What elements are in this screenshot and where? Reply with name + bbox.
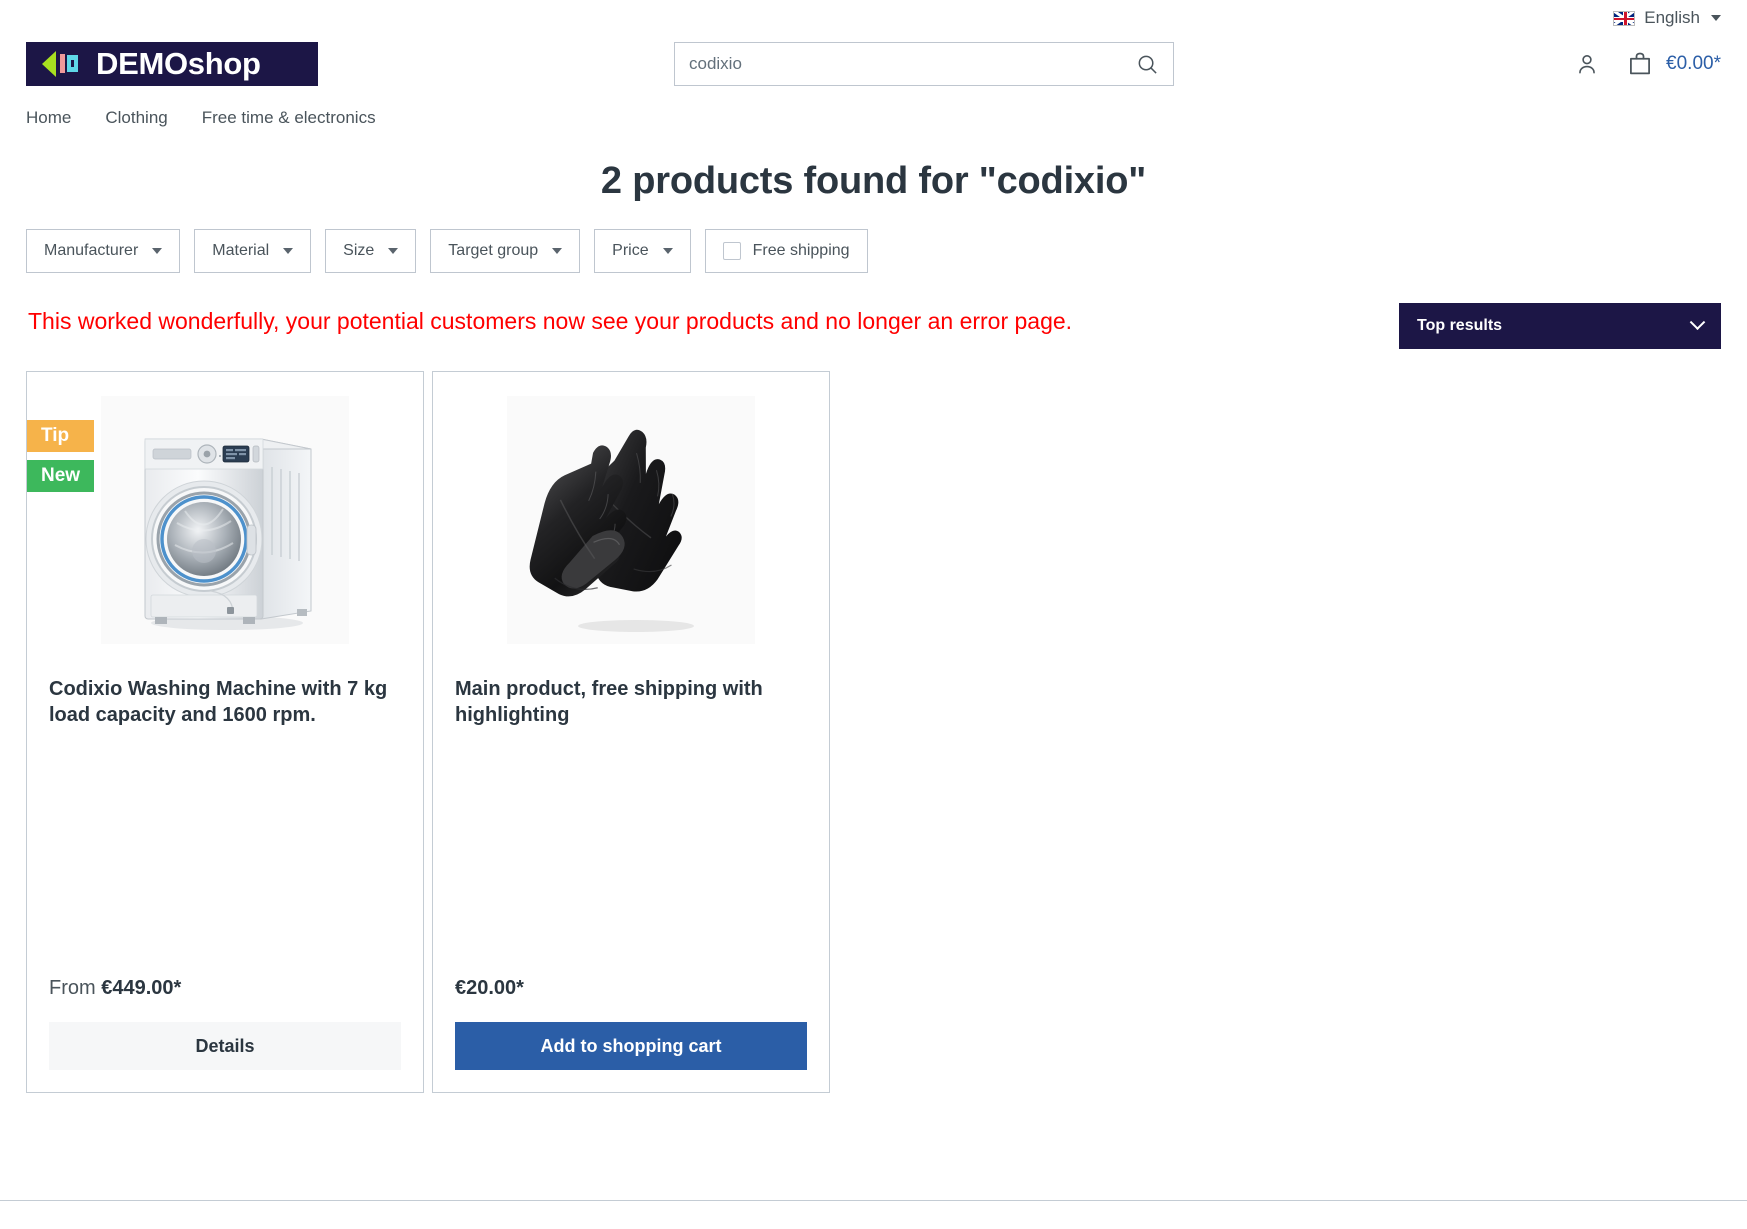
search-box xyxy=(674,42,1174,86)
language-label: English xyxy=(1644,8,1700,27)
top-utility-bar: English xyxy=(0,0,1747,32)
product-card[interactable]: Tip New Codixio Washing Machine with 7 k… xyxy=(26,371,424,1093)
filter-target-group[interactable]: Target group xyxy=(430,229,581,273)
page-title: 2 products found for "codixio" xyxy=(600,160,1147,202)
nav-item-home[interactable]: Home xyxy=(26,108,71,128)
price-value: €20.00* xyxy=(455,977,524,999)
product-footer: From €449.00* Details xyxy=(27,977,423,1092)
price-prefix: From xyxy=(49,977,102,999)
chevron-down-icon xyxy=(552,248,563,254)
badge-new: New xyxy=(27,460,95,492)
filter-size-label: Size xyxy=(343,242,375,259)
product-price: From €449.00* xyxy=(49,977,401,1000)
logo-text: DEMOshop xyxy=(96,46,261,81)
sort-selected-label: Top results xyxy=(1417,317,1503,334)
chevron-down-icon xyxy=(283,248,294,254)
search-icon xyxy=(1138,55,1157,74)
product-grid: Tip New Codixio Washing Machine with 7 k… xyxy=(0,359,1747,1093)
annotation-and-sort-row: This worked wonderfully, your potential … xyxy=(0,303,1747,359)
filter-bar: Manufacturer Material Size Target group … xyxy=(0,229,1747,273)
black-leather-gloves-image xyxy=(507,396,755,644)
header-actions: €0.00* xyxy=(1574,50,1721,78)
price-value: €449.00* xyxy=(101,977,182,999)
filter-material[interactable]: Material xyxy=(194,229,312,273)
annotation-text: This worked wonderfully, your potential … xyxy=(28,308,1073,334)
filter-material-label: Material xyxy=(212,242,270,259)
free-shipping-label: Free shipping xyxy=(752,242,850,259)
shopping-bag-icon xyxy=(1630,52,1651,75)
chevron-down-icon xyxy=(152,248,163,254)
cart-button[interactable]: €0.00* xyxy=(1626,50,1721,78)
search-submit-button[interactable] xyxy=(1121,43,1173,85)
filter-manufacturer-label: Manufacturer xyxy=(44,242,139,259)
filter-size[interactable]: Size xyxy=(325,229,417,273)
site-header: DEMOshop codixio €0.00* xyxy=(0,32,1747,96)
nav-item-clothing[interactable]: Clothing xyxy=(105,108,167,128)
badge-tip: Tip xyxy=(27,420,95,452)
search-input[interactable] xyxy=(675,54,1121,74)
filter-manufacturer[interactable]: Manufacturer xyxy=(26,229,181,273)
free-shipping-checkbox[interactable] xyxy=(722,242,741,260)
chevron-down-icon xyxy=(1689,313,1706,330)
filter-price[interactable]: Price xyxy=(594,229,691,273)
language-switcher[interactable]: English xyxy=(1613,8,1721,28)
uk-flag-icon xyxy=(1613,10,1636,26)
product-title[interactable]: Main product, free shipping with highlig… xyxy=(455,676,807,729)
product-title[interactable]: Codixio Washing Machine with 7 kg load c… xyxy=(49,676,401,729)
product-info: Main product, free shipping with highlig… xyxy=(433,652,829,977)
account-button[interactable] xyxy=(1574,51,1600,77)
washing-machine-image xyxy=(101,396,349,644)
details-button[interactable]: Details xyxy=(49,1022,401,1070)
product-info: Codixio Washing Machine with 7 kg load c… xyxy=(27,652,423,977)
product-image-wrapper[interactable] xyxy=(27,372,423,652)
user-account-icon xyxy=(1579,54,1595,74)
demoshop-chevron-logo-icon xyxy=(42,49,84,79)
product-image-wrapper[interactable] xyxy=(433,372,829,652)
search-area xyxy=(674,42,1174,86)
caret-down-icon xyxy=(1711,15,1721,21)
footer-divider xyxy=(0,1200,1747,1201)
add-to-cart-button[interactable]: Add to shopping cart xyxy=(455,1022,807,1070)
filter-price-label: Price xyxy=(612,242,649,259)
page-root: English DEMOshop codixio €0.00* Home Clo… xyxy=(0,0,1747,1229)
filter-target-group-label: Target group xyxy=(448,242,539,259)
filter-free-shipping[interactable]: Free shipping xyxy=(704,229,868,273)
chevron-down-icon xyxy=(388,248,399,254)
cart-total-amount: €0.00* xyxy=(1666,53,1721,74)
chevron-down-icon xyxy=(662,248,673,254)
product-card[interactable]: Main product, free shipping with highlig… xyxy=(432,371,830,1093)
sort-dropdown[interactable]: Top results xyxy=(1399,303,1721,349)
main-navigation: Home Clothing Free time & electronics xyxy=(0,96,1747,146)
logo[interactable]: DEMOshop xyxy=(26,42,318,86)
product-badges: Tip New xyxy=(27,420,95,492)
nav-item-free-time-electronics[interactable]: Free time & electronics xyxy=(202,108,376,128)
product-price: €20.00* xyxy=(455,977,807,1000)
product-footer: €20.00* Add to shopping cart xyxy=(433,977,829,1092)
